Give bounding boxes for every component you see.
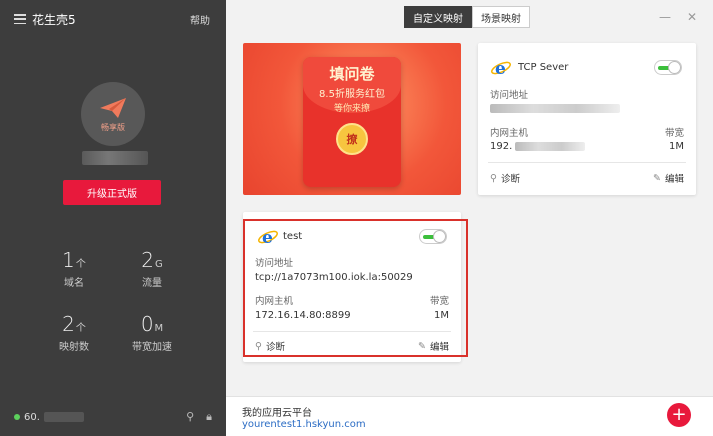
diagnose-icon: ⚲ xyxy=(490,172,497,184)
username-redacted xyxy=(82,151,148,165)
divider xyxy=(488,162,686,163)
app-title-area: 花生壳5 xyxy=(14,11,76,28)
app-title: 花生壳5 xyxy=(32,12,76,27)
platform-label: 我的应用云平台 xyxy=(242,408,312,419)
stat-label: 映射数 xyxy=(59,342,89,353)
access-address-label: 访问地址 xyxy=(255,258,294,269)
stat-mappings: 2个 映射数 xyxy=(44,312,104,353)
stat-unit: 个 xyxy=(75,323,86,334)
stat-number: 2 xyxy=(62,312,75,336)
mapping-card-test: e test 访问地址 tcp://1a7073m100.iok.la:5002… xyxy=(243,212,461,362)
svg-text:e: e xyxy=(262,228,273,248)
bandwidth-value: 1M xyxy=(669,141,684,152)
diagnose-button[interactable]: ⚲ 诊断 xyxy=(255,339,285,354)
host-value: 172.16.14.80:8899 xyxy=(255,310,351,321)
edit-icon: ✎ xyxy=(653,172,661,184)
diagnose-icon[interactable]: ⚲ xyxy=(186,410,194,424)
avatar[interactable]: 畅享版 xyxy=(81,82,145,146)
banner-tagline: 等你来撩 xyxy=(333,104,370,114)
sidebar-header: 花生壳5 帮助 xyxy=(14,10,210,28)
diagnose-label: 诊断 xyxy=(265,342,285,353)
public-ip: 60. xyxy=(24,411,40,423)
edition-badge: 畅享版 xyxy=(101,122,125,132)
ie-icon: e xyxy=(491,59,511,79)
bottom-bar: 我的应用云平台 yourentest1.hskyun.com + xyxy=(226,396,713,436)
divider xyxy=(253,331,451,332)
host-label: 内网主机 xyxy=(255,296,294,307)
ie-icon: e xyxy=(258,228,278,248)
minimize-icon[interactable]: — xyxy=(659,10,671,24)
online-status-icon xyxy=(14,414,20,420)
access-address-redacted xyxy=(490,103,620,114)
toggle-knob xyxy=(433,230,446,243)
stat-unit: 个 xyxy=(75,259,86,270)
stat-label: 域名 xyxy=(64,278,84,289)
stat-label: 带宽加速 xyxy=(132,342,172,353)
stat-unit: G xyxy=(154,259,163,270)
survey-banner[interactable]: 填问卷 8.5折服务红包 等你来撩 撩 xyxy=(243,43,461,195)
card-title: TCP Sever xyxy=(518,62,569,73)
card-enable-toggle[interactable] xyxy=(419,229,447,244)
stat-number: 1 xyxy=(62,248,75,272)
host-prefix: 192. xyxy=(490,141,513,152)
sidebar: 花生壳5 帮助 畅享版 升级正式版 1个 域名 2G 流量 2个 映射数 0M … xyxy=(0,0,226,436)
host-value: 192. xyxy=(490,141,586,152)
sidebar-footer: 60. ⚲ 🔒︎ xyxy=(0,398,226,436)
banner-coin: 撩 xyxy=(336,123,368,155)
stat-domains: 1个 域名 xyxy=(44,248,104,289)
edit-label: 编辑 xyxy=(429,342,449,353)
diagnose-button[interactable]: ⚲ 诊断 xyxy=(490,171,520,186)
lock-icon[interactable]: 🔒︎ xyxy=(206,410,212,424)
diagnose-icon: ⚲ xyxy=(255,340,262,352)
mapping-card-tcp-sever: e TCP Sever 访问地址 内网主机 带宽 192. 1M ⚲ 诊断 ✎ 编辑 xyxy=(478,43,696,195)
platform-url-link[interactable]: yourentest1.hskyun.com xyxy=(242,419,366,430)
stat-bandwidth-boost: 0M 带宽加速 xyxy=(122,312,182,353)
redaction xyxy=(515,141,586,151)
bandwidth-value: 1M xyxy=(434,310,449,321)
banner-offer: 8.5折服务红包 xyxy=(319,89,385,100)
tab-scene-mapping[interactable]: 场景映射 xyxy=(472,6,530,28)
host-label: 内网主机 xyxy=(490,128,529,139)
red-envelope: 填问卷 8.5折服务红包 等你来撩 撩 xyxy=(303,57,401,187)
tab-custom-mapping[interactable]: 自定义映射 xyxy=(404,6,472,28)
main-panel: 自定义映射 场景映射 — ✕ 填问卷 8.5折服务红包 等你来撩 撩 e TCP… xyxy=(226,0,713,436)
redaction xyxy=(490,103,620,113)
stat-label: 流量 xyxy=(142,278,162,289)
ip-redacted xyxy=(43,412,84,422)
close-icon[interactable]: ✕ xyxy=(687,10,697,24)
help-link[interactable]: 帮助 xyxy=(190,12,210,27)
add-mapping-button[interactable]: + xyxy=(667,403,691,427)
stat-traffic: 2G 流量 xyxy=(122,248,182,289)
window-controls: — ✕ xyxy=(659,10,697,24)
bandwidth-label: 带宽 xyxy=(664,128,684,139)
card-title: test xyxy=(283,231,303,242)
edit-button[interactable]: ✎ 编辑 xyxy=(653,171,684,186)
edit-button[interactable]: ✎ 编辑 xyxy=(418,339,449,354)
diagnose-label: 诊断 xyxy=(500,174,520,185)
access-address-value[interactable]: tcp://1a7073m100.iok.la:50029 xyxy=(255,272,413,283)
banner-headline: 填问卷 xyxy=(329,65,375,83)
svg-text:e: e xyxy=(495,59,506,79)
stat-unit: M xyxy=(154,323,164,334)
access-address-label: 访问地址 xyxy=(490,90,529,101)
stat-number: 2 xyxy=(141,248,154,272)
toggle-knob xyxy=(668,61,681,74)
stat-number: 0 xyxy=(140,312,154,336)
menu-icon[interactable] xyxy=(14,14,26,24)
mapping-tabs: 自定义映射 场景映射 xyxy=(404,6,530,28)
edit-label: 编辑 xyxy=(664,174,684,185)
upgrade-button[interactable]: 升级正式版 xyxy=(63,180,161,205)
edit-icon: ✎ xyxy=(418,340,426,352)
bandwidth-label: 带宽 xyxy=(429,296,449,307)
paper-plane-icon xyxy=(100,97,126,118)
card-enable-toggle[interactable] xyxy=(654,60,682,75)
